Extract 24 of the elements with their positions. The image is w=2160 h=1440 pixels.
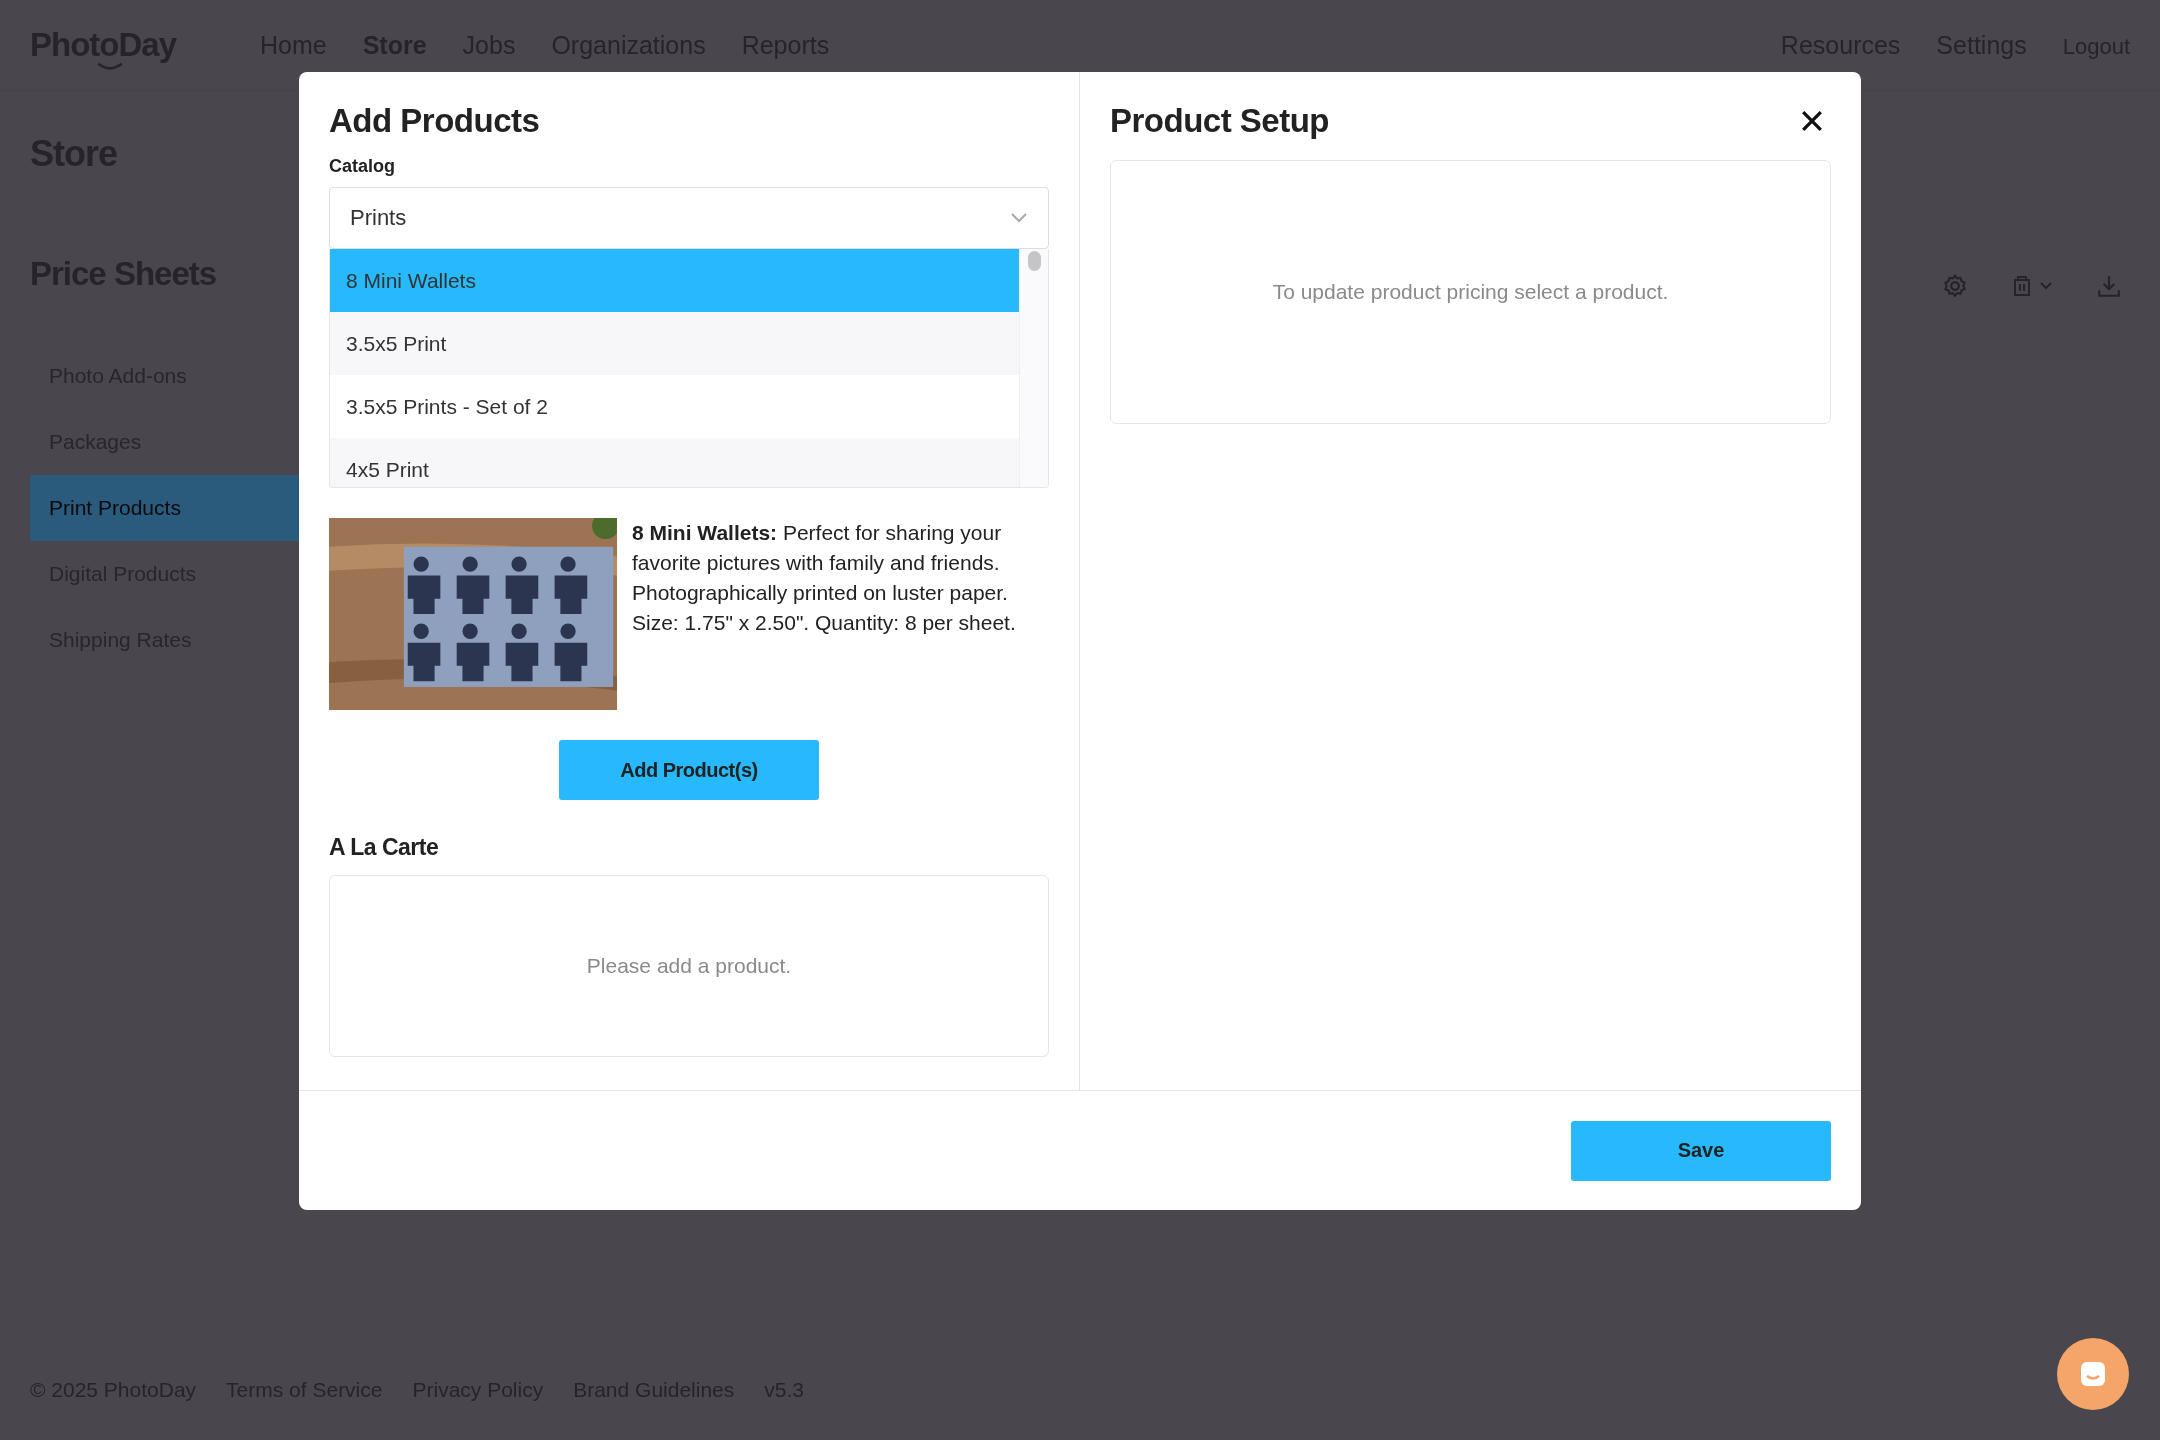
chevron-down-icon: [1010, 213, 1028, 223]
scrollbar-thumb[interactable]: [1027, 251, 1041, 271]
field-label: Catalog: [329, 156, 396, 177]
option-item[interactable]: 3.5x5 Print: [330, 312, 1019, 375]
dialog-title: Product Setup: [1110, 102, 1329, 140]
product-description: 8 Mini Wallets: Perfect for sharing your favorite pictures with family and friends. Photographically printed on luster paper. Size: 1.75" x 2.50". Quantity: 8 per sheet.: [632, 520, 1017, 636]
option-item[interactable]: 8 Mini Wallets: [330, 249, 1019, 312]
settings-icon[interactable]: [1942, 273, 1968, 299]
option-item[interactable]: 3.5x5 Prints - Set of 2: [330, 375, 1019, 438]
close-icon[interactable]: [1801, 110, 1823, 132]
save-button[interactable]: Save: [1571, 1120, 1831, 1181]
option-item[interactable]: 4x5 Print: [330, 438, 1019, 487]
trash-icon[interactable]: [2012, 273, 2032, 299]
sidebar-item[interactable]: Print Products: [30, 475, 300, 541]
smile-icon: [96, 62, 124, 71]
caret-icon[interactable]: [2040, 282, 2052, 290]
add-products-button[interactable]: Add Product(s): [559, 740, 819, 800]
download-icon[interactable]: [2096, 273, 2122, 299]
dialog-title: Add Products: [329, 102, 541, 140]
catalog-select[interactable]: Prints: [329, 187, 1049, 249]
empty-message: Please add a product.: [586, 954, 792, 978]
section-title: A La Carte: [329, 834, 440, 861]
empty-message: To update product pricing select a product.: [1272, 280, 1669, 304]
chat-icon: [2078, 1359, 2108, 1389]
